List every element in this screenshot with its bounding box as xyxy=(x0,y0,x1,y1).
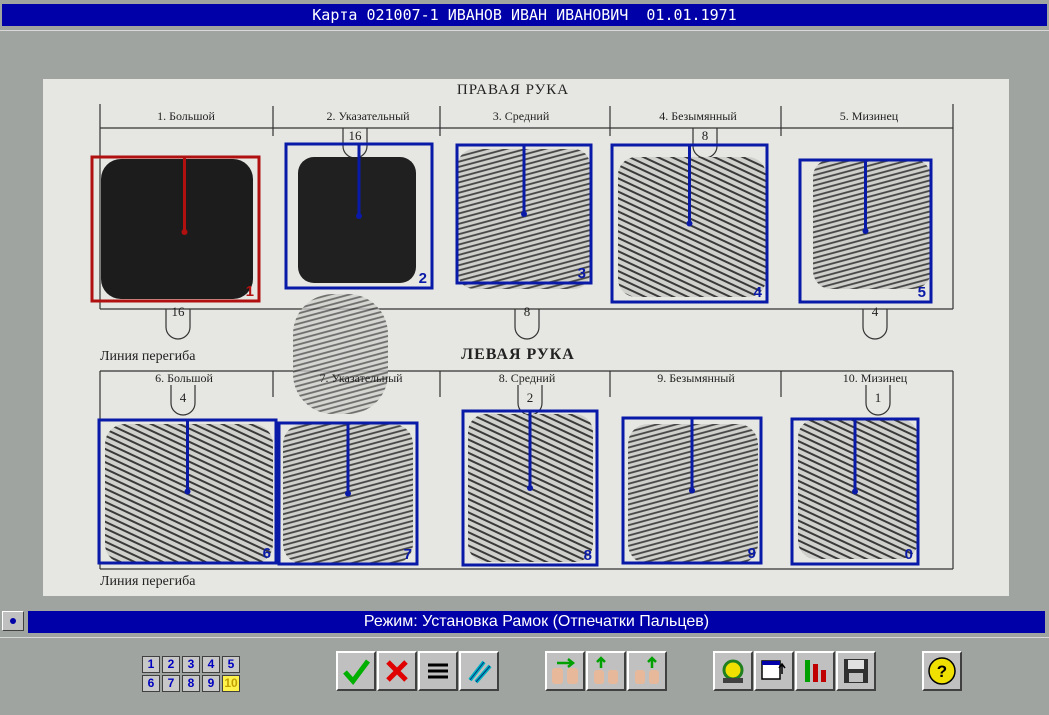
status-button[interactable] xyxy=(2,611,24,631)
finger-label-8: 8. Средний xyxy=(499,371,556,385)
code-label: 8 xyxy=(524,304,531,319)
finger-label-10: 10. Мизинец xyxy=(843,371,908,385)
frame-number-label: 2 xyxy=(419,270,427,287)
frame-center-dot xyxy=(689,487,695,494)
window-title: Карта 021007-1 ИВАНОВ ИВАН ИВАНОВИЧ 01.0… xyxy=(2,4,1047,26)
svg-text:?: ? xyxy=(937,662,947,681)
frame-number-label: 5 xyxy=(918,284,926,301)
swap-fingers-down-icon xyxy=(635,656,659,684)
fold-line-label-bottom: Линия перегиба xyxy=(100,574,196,589)
tools-icon xyxy=(805,660,826,682)
toolbar: 1 2 3 4 5 6 7 8 9 10 ? xyxy=(0,637,1049,715)
finger-label-9: 9. Безымянный xyxy=(657,371,735,385)
tools-button[interactable] xyxy=(795,651,835,691)
frame-center-dot xyxy=(345,490,351,497)
window-icon xyxy=(761,660,786,680)
save-icon xyxy=(844,659,868,683)
frame-number-label: 7 xyxy=(404,546,412,563)
finger-number-button[interactable]: 6 xyxy=(142,675,160,692)
cancel-button[interactable] xyxy=(377,651,417,691)
finger-label-2: 2. Указательный xyxy=(326,109,410,123)
frame-number-label: 3 xyxy=(578,265,586,282)
finger-number-button-active[interactable]: 10 xyxy=(222,675,240,692)
code-label: 4 xyxy=(872,304,879,319)
frame-number-label: 1 xyxy=(246,283,254,300)
title-bar: Карта 021007-1 ИВАНОВ ИВАН ИВАНОВИЧ 01.0… xyxy=(0,0,1049,30)
window-button[interactable] xyxy=(754,651,794,691)
finger-number-button[interactable]: 5 xyxy=(222,656,240,673)
code-label: 8 xyxy=(702,128,709,143)
frame-number-label: 4 xyxy=(754,284,763,301)
finger-label-6: 6. Большой xyxy=(155,371,213,385)
card-image: ПРАВАЯ РУКА ЛЕВАЯ РУКА Линия перегиба Ли… xyxy=(90,82,954,589)
code-label: 1 xyxy=(875,390,882,405)
finger-number-button[interactable]: 8 xyxy=(182,675,200,692)
finger-number-button[interactable]: 4 xyxy=(202,656,220,673)
frame-number-label: 0 xyxy=(905,546,913,563)
help-button[interactable]: ? xyxy=(922,651,962,691)
finger-number-grid: 1 2 3 4 5 6 7 8 9 10 xyxy=(142,656,242,694)
list-icon xyxy=(428,663,448,679)
diagonal-lines-icon xyxy=(468,660,492,684)
help-icon: ? xyxy=(928,657,956,685)
status-bar: Режим: Установка Рамок (Отпечатки Пальце… xyxy=(0,609,1049,635)
swap-fingers-down-button[interactable] xyxy=(627,651,667,691)
finger-label-3: 3. Средний xyxy=(493,109,550,123)
finger-label-4: 4. Безымянный xyxy=(659,109,737,123)
left-hand-title: ЛЕВАЯ РУКА xyxy=(461,346,575,363)
swap-fingers-button[interactable] xyxy=(586,651,626,691)
right-hand-title: ПРАВАЯ РУКА xyxy=(457,82,569,98)
frame-number-label: 9 xyxy=(748,545,756,562)
finger-number-button[interactable]: 3 xyxy=(182,656,200,673)
frame-center-dot xyxy=(686,220,693,227)
frame-number-label: 8 xyxy=(584,547,592,564)
frame-center-dot xyxy=(852,488,858,495)
rotate-icon xyxy=(722,659,744,683)
work-area: ПРАВАЯ РУКА ЛЕВАЯ РУКА Линия перегиба Ли… xyxy=(0,30,1049,609)
fingerprint-card: ПРАВАЯ РУКА ЛЕВАЯ РУКА Линия перегиба Ли… xyxy=(43,79,1009,596)
list-button[interactable] xyxy=(418,651,458,691)
save-button[interactable] xyxy=(836,651,876,691)
finger-number-button[interactable]: 9 xyxy=(202,675,220,692)
rotate-button[interactable] xyxy=(713,651,753,691)
cross-icon xyxy=(386,660,408,682)
fold-line-label-top: Линия перегиба xyxy=(100,349,196,364)
finger-number-button[interactable]: 2 xyxy=(162,656,180,673)
mode-status: Режим: Установка Рамок (Отпечатки Пальце… xyxy=(28,611,1045,633)
frame-center-dot xyxy=(527,485,533,491)
swap-fingers-up-icon xyxy=(594,656,618,684)
code-label: 16 xyxy=(349,128,363,143)
accept-button[interactable] xyxy=(336,651,376,691)
swap-hands-icon xyxy=(552,658,578,684)
code-label: 16 xyxy=(172,304,186,319)
finger-label-7: 7. Указательный xyxy=(319,371,403,385)
check-icon xyxy=(343,659,370,685)
frame-center-dot xyxy=(181,229,188,235)
frame-center-dot xyxy=(184,488,191,495)
frame-center-dot xyxy=(356,213,362,219)
lines-button[interactable] xyxy=(459,651,499,691)
finger-label-1: 1. Большой xyxy=(157,109,215,123)
finger-number-button[interactable]: 1 xyxy=(142,656,160,673)
frame-center-dot xyxy=(521,211,527,217)
finger-number-button[interactable]: 7 xyxy=(162,675,180,692)
swap-hands-button[interactable] xyxy=(545,651,585,691)
code-label: 4 xyxy=(180,390,187,405)
frame-number-label: 6 xyxy=(263,545,271,562)
code-label: 2 xyxy=(527,390,534,405)
dot-icon xyxy=(10,618,16,624)
finger-label-5: 5. Мизинец xyxy=(840,109,899,123)
frame-center-dot xyxy=(862,228,869,234)
